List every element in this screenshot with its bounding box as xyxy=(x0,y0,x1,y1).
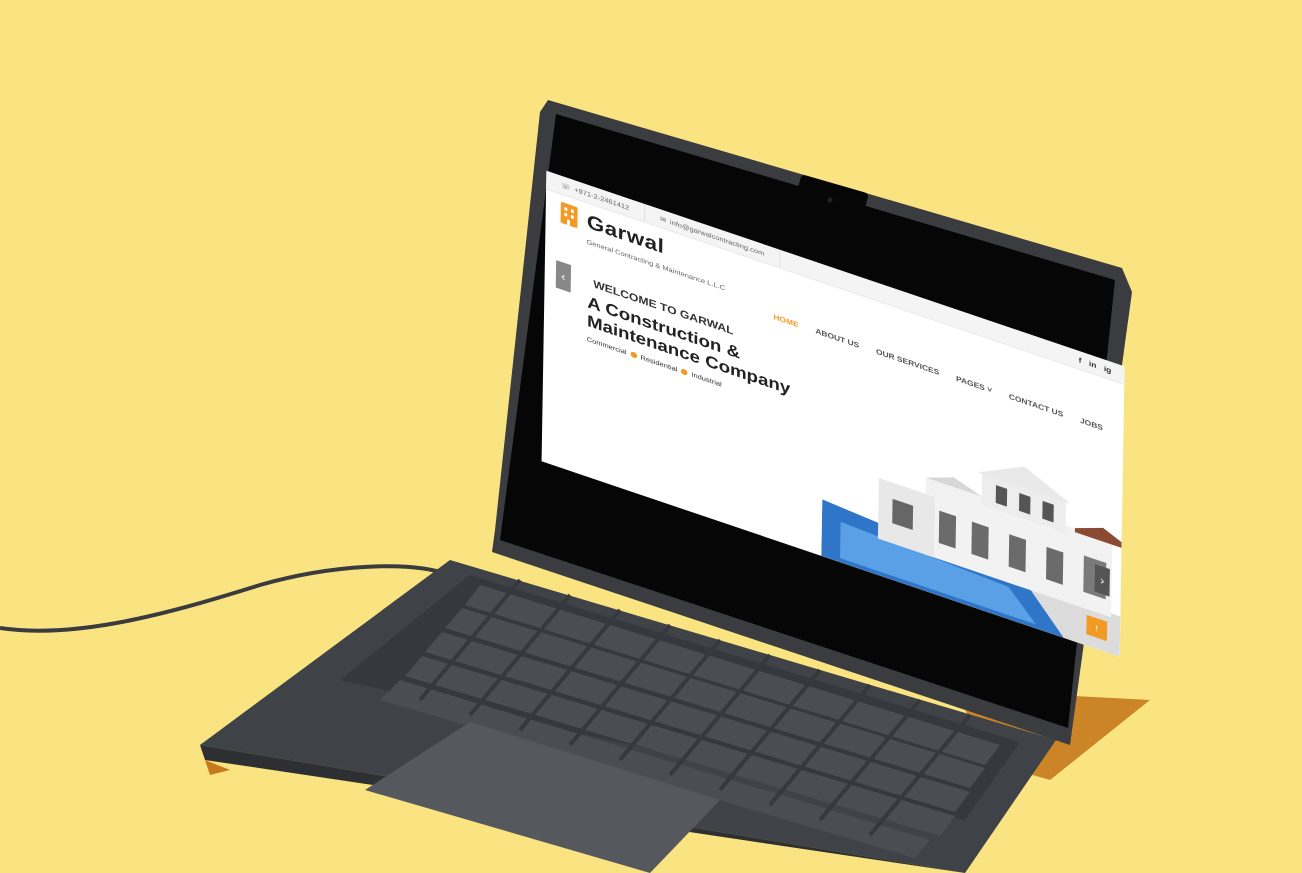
dot-icon xyxy=(630,350,637,359)
chevron-right-icon[interactable]: › xyxy=(1094,564,1110,597)
building-logo-icon[interactable] xyxy=(560,201,578,229)
phone-icon: ☏ xyxy=(561,181,571,192)
mail-icon: ✉ xyxy=(659,214,667,224)
chevron-left-icon[interactable]: ‹ xyxy=(555,260,572,293)
dot-icon xyxy=(681,368,688,376)
instagram-icon[interactable]: ig xyxy=(1104,364,1112,375)
scene: ☏ +971-2-2461412 ✉ info@garwalcontractin… xyxy=(0,0,1302,873)
camera-icon xyxy=(827,197,833,203)
facebook-icon[interactable]: f xyxy=(1079,356,1082,365)
chevron-down-icon: ˅ xyxy=(987,384,993,395)
linkedin-icon[interactable]: in xyxy=(1089,359,1097,370)
